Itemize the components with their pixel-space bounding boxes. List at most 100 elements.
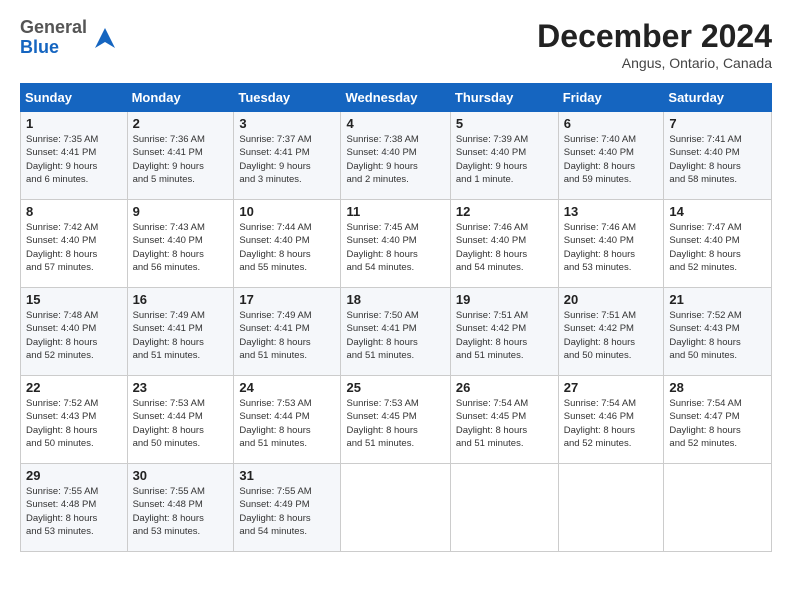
- day-number: 18: [346, 292, 444, 307]
- day-info: Sunrise: 7:55 AM Sunset: 4:49 PM Dayligh…: [239, 485, 335, 538]
- day-info: Sunrise: 7:39 AM Sunset: 4:40 PM Dayligh…: [456, 133, 553, 186]
- logo-icon: [91, 24, 119, 52]
- day-number: 17: [239, 292, 335, 307]
- day-cell: 27Sunrise: 7:54 AM Sunset: 4:46 PM Dayli…: [558, 376, 664, 464]
- location: Angus, Ontario, Canada: [537, 55, 772, 71]
- day-cell: 29Sunrise: 7:55 AM Sunset: 4:48 PM Dayli…: [21, 464, 128, 552]
- day-cell: 26Sunrise: 7:54 AM Sunset: 4:45 PM Dayli…: [450, 376, 558, 464]
- col-header-saturday: Saturday: [664, 84, 772, 112]
- day-cell: 9 Sunrise: 7:43 AM Sunset: 4:40 PM Daylig…: [127, 200, 234, 288]
- day-info: Sunrise: 7:47 AM Sunset: 4:40 PM Dayligh…: [669, 221, 766, 274]
- col-header-friday: Friday: [558, 84, 664, 112]
- day-info: Sunrise: 7:52 AM Sunset: 4:43 PM Dayligh…: [26, 397, 122, 450]
- day-cell: 25Sunrise: 7:53 AM Sunset: 4:45 PM Dayli…: [341, 376, 450, 464]
- day-number: 26: [456, 380, 553, 395]
- day-number: 10: [239, 204, 335, 219]
- day-number: 31: [239, 468, 335, 483]
- day-cell: 28 Sunrise: 7:54 AM Sunset: 4:47 PM Dayli…: [664, 376, 772, 464]
- day-cell: 30 Sunrise: 7:55 AM Sunset: 4:48 PM Dayli…: [127, 464, 234, 552]
- day-info: Sunrise: 7:48 AM Sunset: 4:40 PM Dayligh…: [26, 309, 122, 362]
- day-cell: 31 Sunrise: 7:55 AM Sunset: 4:49 PM Dayli…: [234, 464, 341, 552]
- day-cell: 15 Sunrise: 7:48 AM Sunset: 4:40 PM Dayli…: [21, 288, 128, 376]
- day-cell: 20 Sunrise: 7:51 AM Sunset: 4:42 PM Dayli…: [558, 288, 664, 376]
- day-info: Sunrise: 7:49 AM Sunset: 4:41 PM Dayligh…: [133, 309, 229, 362]
- day-number: 24: [239, 380, 335, 395]
- day-cell: [664, 464, 772, 552]
- col-header-sunday: Sunday: [21, 84, 128, 112]
- day-number: 27: [564, 380, 659, 395]
- col-header-monday: Monday: [127, 84, 234, 112]
- week-row-1: 1 Sunrise: 7:35 AM Sunset: 4:41 PM Daylig…: [21, 112, 772, 200]
- day-cell: 13 Sunrise: 7:46 AM Sunset: 4:40 PM Dayli…: [558, 200, 664, 288]
- day-number: 4: [346, 116, 444, 131]
- day-info: Sunrise: 7:46 AM Sunset: 4:40 PM Dayligh…: [564, 221, 659, 274]
- day-cell: 5 Sunrise: 7:39 AM Sunset: 4:40 PM Daylig…: [450, 112, 558, 200]
- logo-general: General: [20, 17, 87, 37]
- day-cell: [558, 464, 664, 552]
- day-number: 15: [26, 292, 122, 307]
- day-cell: 18Sunrise: 7:50 AM Sunset: 4:41 PM Dayli…: [341, 288, 450, 376]
- col-header-wednesday: Wednesday: [341, 84, 450, 112]
- day-number: 13: [564, 204, 659, 219]
- day-number: 16: [133, 292, 229, 307]
- page: General Blue December 2024 Angus, Ontari…: [0, 0, 792, 562]
- day-number: 12: [456, 204, 553, 219]
- week-row-3: 15 Sunrise: 7:48 AM Sunset: 4:40 PM Dayli…: [21, 288, 772, 376]
- day-number: 1: [26, 116, 122, 131]
- day-info: Sunrise: 7:52 AM Sunset: 4:43 PM Dayligh…: [669, 309, 766, 362]
- day-number: 3: [239, 116, 335, 131]
- day-cell: [450, 464, 558, 552]
- day-info: Sunrise: 7:36 AM Sunset: 4:41 PM Dayligh…: [133, 133, 229, 186]
- day-number: 20: [564, 292, 659, 307]
- col-header-thursday: Thursday: [450, 84, 558, 112]
- day-number: 23: [133, 380, 229, 395]
- day-cell: 24Sunrise: 7:53 AM Sunset: 4:44 PM Dayli…: [234, 376, 341, 464]
- month-title: December 2024: [537, 18, 772, 55]
- day-number: 28: [669, 380, 766, 395]
- day-cell: 23 Sunrise: 7:53 AM Sunset: 4:44 PM Dayli…: [127, 376, 234, 464]
- day-cell: 12Sunrise: 7:46 AM Sunset: 4:40 PM Dayli…: [450, 200, 558, 288]
- day-info: Sunrise: 7:40 AM Sunset: 4:40 PM Dayligh…: [564, 133, 659, 186]
- header: General Blue December 2024 Angus, Ontari…: [20, 18, 772, 71]
- day-info: Sunrise: 7:37 AM Sunset: 4:41 PM Dayligh…: [239, 133, 335, 186]
- day-info: Sunrise: 7:45 AM Sunset: 4:40 PM Dayligh…: [346, 221, 444, 274]
- day-info: Sunrise: 7:43 AM Sunset: 4:40 PM Dayligh…: [133, 221, 229, 274]
- day-info: Sunrise: 7:51 AM Sunset: 4:42 PM Dayligh…: [456, 309, 553, 362]
- week-row-5: 29Sunrise: 7:55 AM Sunset: 4:48 PM Dayli…: [21, 464, 772, 552]
- col-header-tuesday: Tuesday: [234, 84, 341, 112]
- title-area: December 2024 Angus, Ontario, Canada: [537, 18, 772, 71]
- logo: General Blue: [20, 18, 119, 58]
- header-row: SundayMondayTuesdayWednesdayThursdayFrid…: [21, 84, 772, 112]
- day-cell: 14Sunrise: 7:47 AM Sunset: 4:40 PM Dayli…: [664, 200, 772, 288]
- day-info: Sunrise: 7:44 AM Sunset: 4:40 PM Dayligh…: [239, 221, 335, 274]
- day-cell: 8 Sunrise: 7:42 AM Sunset: 4:40 PM Daylig…: [21, 200, 128, 288]
- day-number: 8: [26, 204, 122, 219]
- day-cell: 2 Sunrise: 7:36 AM Sunset: 4:41 PM Daylig…: [127, 112, 234, 200]
- day-number: 25: [346, 380, 444, 395]
- day-info: Sunrise: 7:49 AM Sunset: 4:41 PM Dayligh…: [239, 309, 335, 362]
- calendar-table: SundayMondayTuesdayWednesdayThursdayFrid…: [20, 83, 772, 552]
- day-info: Sunrise: 7:51 AM Sunset: 4:42 PM Dayligh…: [564, 309, 659, 362]
- day-number: 21: [669, 292, 766, 307]
- day-info: Sunrise: 7:54 AM Sunset: 4:47 PM Dayligh…: [669, 397, 766, 450]
- day-number: 6: [564, 116, 659, 131]
- day-info: Sunrise: 7:55 AM Sunset: 4:48 PM Dayligh…: [133, 485, 229, 538]
- day-cell: 3 Sunrise: 7:37 AM Sunset: 4:41 PM Daylig…: [234, 112, 341, 200]
- day-info: Sunrise: 7:35 AM Sunset: 4:41 PM Dayligh…: [26, 133, 122, 186]
- day-info: Sunrise: 7:42 AM Sunset: 4:40 PM Dayligh…: [26, 221, 122, 274]
- day-info: Sunrise: 7:55 AM Sunset: 4:48 PM Dayligh…: [26, 485, 122, 538]
- day-cell: 7Sunrise: 7:41 AM Sunset: 4:40 PM Daylig…: [664, 112, 772, 200]
- day-number: 2: [133, 116, 229, 131]
- day-number: 22: [26, 380, 122, 395]
- day-cell: 16 Sunrise: 7:49 AM Sunset: 4:41 PM Dayli…: [127, 288, 234, 376]
- day-number: 30: [133, 468, 229, 483]
- day-cell: 19 Sunrise: 7:51 AM Sunset: 4:42 PM Dayli…: [450, 288, 558, 376]
- week-row-4: 22 Sunrise: 7:52 AM Sunset: 4:43 PM Dayli…: [21, 376, 772, 464]
- logo-blue: Blue: [20, 37, 59, 57]
- day-number: 5: [456, 116, 553, 131]
- day-number: 11: [346, 204, 444, 219]
- day-number: 9: [133, 204, 229, 219]
- day-cell: 11 Sunrise: 7:45 AM Sunset: 4:40 PM Dayli…: [341, 200, 450, 288]
- day-number: 19: [456, 292, 553, 307]
- day-info: Sunrise: 7:53 AM Sunset: 4:44 PM Dayligh…: [133, 397, 229, 450]
